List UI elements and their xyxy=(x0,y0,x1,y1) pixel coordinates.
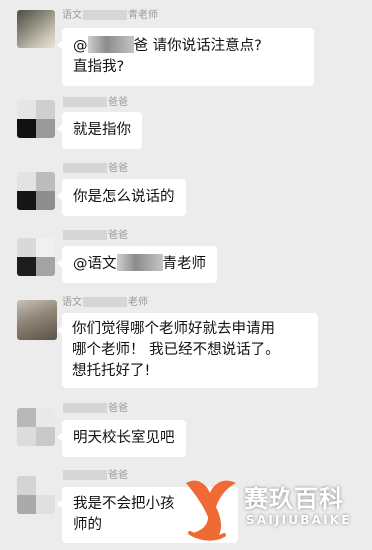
sender-name-suffix: 爸爸 xyxy=(108,97,128,108)
sender-name: 语文 老师 xyxy=(62,297,148,309)
sender-name-suffix: 爸爸 xyxy=(108,403,128,414)
message-line: 直指我? xyxy=(73,59,125,75)
message-bubble[interactable]: 明天校长室见吧 xyxy=(57,420,186,457)
message-text: 青老师 xyxy=(162,256,207,272)
sender-name: 爸爸 xyxy=(62,163,128,175)
watermark-title: 赛玖百科 xyxy=(244,485,344,513)
avatar[interactable] xyxy=(17,476,55,514)
avatar[interactable] xyxy=(17,172,55,210)
avatar[interactable] xyxy=(17,408,55,446)
mention-prefix: @ xyxy=(73,38,88,54)
message-text: 爸 请你说话注意点? xyxy=(133,38,262,54)
sender-name-suffix: 青老师 xyxy=(128,10,158,21)
message-line: 想托托好了! xyxy=(72,363,151,379)
sender-name-suffix: 爸爸 xyxy=(108,470,128,481)
sender-name: 爸爸 xyxy=(62,470,128,482)
redacted-mention xyxy=(87,36,134,53)
message-bubble[interactable]: 就是指你 xyxy=(57,112,142,149)
watermark-subtitle: SAIJIUBAIKE xyxy=(246,513,352,527)
avatar[interactable] xyxy=(17,100,55,138)
redacted-name xyxy=(63,470,107,480)
message-line: 你们觉得哪个老师好就去申请用 xyxy=(72,321,275,337)
sender-name-suffix: 爸爸 xyxy=(108,230,128,241)
redacted-name xyxy=(83,297,127,307)
message-bubble[interactable]: @语文 青老师 xyxy=(57,246,217,283)
sender-name: 爸爸 xyxy=(62,97,128,109)
message-bubble[interactable]: 你是怎么说话的 xyxy=(57,179,186,216)
redacted-mention xyxy=(116,254,163,271)
sender-name-suffix: 老师 xyxy=(128,297,148,308)
redacted-name xyxy=(63,403,107,413)
message-bubble[interactable]: 你们觉得哪个老师好就去申请用 哪个老师！ 我已经不想说话了。 想托托好了! xyxy=(57,313,318,388)
redacted-name xyxy=(63,163,107,173)
mention-prefix: @语文 xyxy=(73,256,117,272)
avatar[interactable] xyxy=(17,300,57,340)
sender-name-prefix: 语文 xyxy=(62,10,82,21)
message-bubble[interactable]: @ 爸 请你说话注意点? 直指我? xyxy=(57,28,314,86)
message-line: @ 爸 请你说话注意点? xyxy=(73,36,303,57)
chat-window: 语文 青老师 @ 爸 请你说话注意点? 直指我? 爸爸 就是指你 爸爸 你是怎么… xyxy=(0,0,372,550)
redacted-name xyxy=(83,10,127,20)
redacted-name xyxy=(63,230,107,240)
redacted-name xyxy=(63,97,107,107)
message-line: 哪个老师！ 我已经不想说话了。 xyxy=(72,342,280,358)
sender-name-prefix: 语文 xyxy=(62,297,82,308)
sender-name: 爸爸 xyxy=(62,403,128,415)
whale-tail-icon xyxy=(186,480,236,541)
avatar[interactable] xyxy=(17,10,55,48)
sender-name: 语文 青老师 xyxy=(62,10,158,22)
avatar[interactable] xyxy=(17,238,55,276)
sender-name: 爸爸 xyxy=(62,230,128,242)
watermark-logo: 赛玖百科 SAIJIUBAIKE xyxy=(178,465,372,550)
sender-name-suffix: 爸爸 xyxy=(108,163,128,174)
